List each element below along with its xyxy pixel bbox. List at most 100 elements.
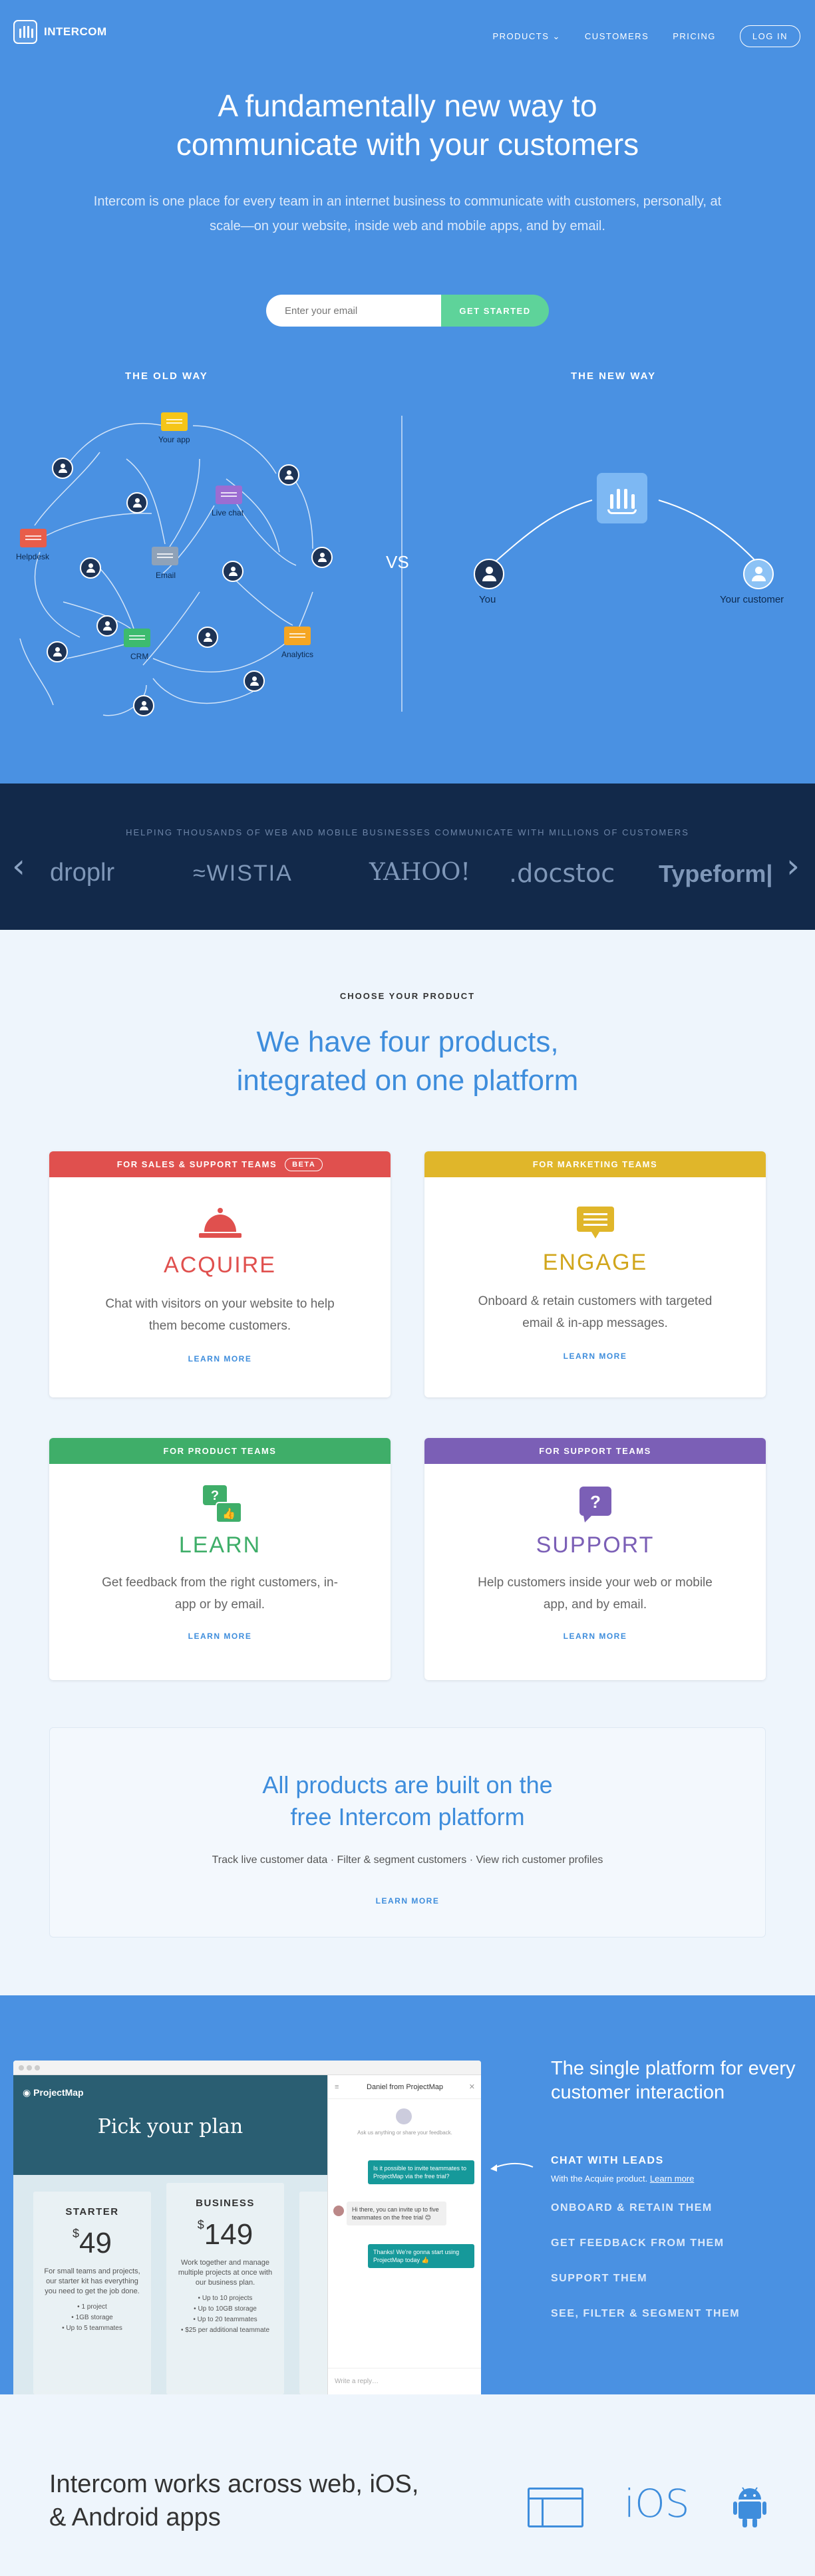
interaction-item-feedback[interactable]: GET FEEDBACK FROM THEM — [551, 2237, 740, 2273]
interaction-item-support[interactable]: SUPPORT THEM — [551, 2273, 740, 2308]
login-button[interactable]: LOG IN — [739, 25, 800, 47]
products-title-line2: integrated on one platform — [236, 1064, 579, 1097]
brand-logo[interactable]: INTERCOM — [13, 20, 107, 44]
your-app-label: Your app — [158, 435, 190, 444]
helpdesk-label: Helpdesk — [16, 552, 50, 561]
user-icon — [133, 695, 154, 716]
apps-title-line2: & Android apps — [49, 2504, 221, 2531]
interaction-note: With the Acquire product. Learn more — [551, 2174, 695, 2184]
products-title-line1: We have four products, — [256, 1026, 559, 1058]
user-icon — [244, 670, 265, 692]
you-avatar-icon — [474, 559, 504, 589]
top-nav: PRODUCTS ⌄ CUSTOMERS PRICING LOG IN — [492, 25, 800, 47]
product-card-learn[interactable]: FOR PRODUCT TEAMS ? 👍 LEARN Get feedback… — [49, 1438, 391, 1680]
platform-title: All products are built on the free Inter… — [50, 1769, 765, 1833]
user-message: Thanks! We're gonna start using ProjectM… — [368, 2244, 474, 2268]
email-tool-icon — [152, 547, 178, 565]
product-description: Onboard & retain customers with targeted… — [478, 1294, 713, 1330]
logo-yahoo: YAHOO! — [369, 859, 470, 886]
demo-site-header: ◉ ProjectMap Pick your plan — [13, 2075, 327, 2175]
product-name: SUPPORT — [536, 1532, 655, 1558]
interaction-list: CHAT WITH LEADS With the Acquire product… — [551, 2155, 740, 2343]
plan-price: $149 — [197, 2218, 253, 2251]
crm-tool-icon — [124, 629, 150, 647]
platform-learn-more-link[interactable]: LEARN MORE — [50, 1896, 765, 1906]
user-icon — [222, 561, 244, 582]
menu-icon[interactable]: ≡ — [335, 2083, 339, 2091]
product-name: ENGAGE — [542, 1250, 648, 1275]
messenger-panel: ≡ Daniel from ProjectMap ✕ Ask us anythi… — [327, 2075, 481, 2394]
your-app-tool-icon — [161, 412, 188, 431]
old-way-connections — [19, 422, 313, 716]
ios-icon: iOS — [624, 2481, 690, 2526]
message-icon — [576, 1207, 614, 1238]
hero-subtitle: Intercom is one place for every team in … — [93, 194, 722, 233]
user-icon — [96, 615, 118, 637]
product-description: Help customers inside your web or mobile… — [478, 1576, 713, 1612]
user-icon — [311, 547, 333, 568]
your-customer-label: Your customer — [720, 594, 784, 605]
user-icon — [197, 627, 218, 648]
product-name: ACQUIRE — [164, 1252, 276, 1278]
learn-more-link[interactable]: Learn more — [650, 2174, 694, 2184]
you-label: You — [479, 594, 496, 605]
reply-input[interactable]: Write a reply… — [328, 2368, 481, 2394]
analytics-label: Analytics — [281, 650, 314, 659]
email-input[interactable] — [266, 295, 441, 327]
card-header: FOR MARKETING TEAMS — [424, 1151, 766, 1177]
hero-section: INTERCOM PRODUCTS ⌄ CUSTOMERS PRICING LO… — [0, 0, 815, 784]
product-card-engage[interactable]: FOR MARKETING TEAMS ENGAGE Onboard & ret… — [424, 1151, 766, 1397]
product-description: Get feedback from the right customers, i… — [102, 1576, 338, 1612]
card-header-label: FOR SUPPORT TEAMS — [539, 1446, 651, 1456]
plan-name: STARTER — [65, 2206, 119, 2218]
new-way-title: THE NEW WAY — [571, 370, 657, 382]
messenger-title: Daniel from ProjectMap — [367, 2082, 443, 2091]
single-platform-section: ◉ ProjectMap Pick your plan STARTER $49 … — [0, 1995, 815, 2394]
nav-products[interactable]: PRODUCTS ⌄ — [492, 31, 560, 42]
card-header-label: FOR MARKETING TEAMS — [532, 1159, 658, 1169]
logo-docstoc: .docstoc — [509, 859, 615, 888]
products-title: We have four products, integrated on one… — [0, 1023, 815, 1100]
customers-band: HELPING THOUSANDS OF WEB AND MOBILE BUSI… — [0, 784, 815, 930]
pointer-arrow-icon — [490, 2163, 534, 2172]
plan-description: For small teams and projects, our starte… — [44, 2267, 140, 2295]
plan-price: $49 — [73, 2227, 112, 2259]
get-started-button[interactable]: GET STARTED — [441, 295, 549, 327]
platform-box: All products are built on the free Inter… — [49, 1727, 766, 1937]
signup-form: GET STARTED — [266, 295, 549, 327]
learn-more-link[interactable]: LEARN MORE — [49, 1632, 391, 1641]
demo-headline: Pick your plan — [97, 2115, 244, 2138]
learn-more-link[interactable]: LEARN MORE — [424, 1352, 766, 1361]
product-description: Chat with visitors on your website to he… — [105, 1297, 335, 1333]
nav-customers[interactable]: CUSTOMERS — [585, 31, 649, 41]
card-header: FOR SUPPORT TEAMS — [424, 1438, 766, 1464]
plan-name: BUSINESS — [196, 2198, 255, 2209]
card-header-label: FOR PRODUCT TEAMS — [163, 1446, 277, 1456]
email-label: Email — [156, 571, 176, 580]
learn-more-link[interactable]: LEARN MORE — [49, 1354, 391, 1363]
chevron-right-icon[interactable]: › — [786, 847, 800, 885]
chevron-left-icon[interactable]: ‹ — [12, 847, 25, 885]
interaction-item-onboard[interactable]: ONBOARD & RETAIN THEM — [551, 2202, 740, 2237]
live-chat-tool-icon — [216, 486, 242, 504]
platform-title-line1: All products are built on the — [262, 1771, 553, 1798]
learn-more-link[interactable]: LEARN MORE — [424, 1632, 766, 1641]
chevron-down-icon: ⌄ — [552, 31, 561, 41]
product-card-support[interactable]: FOR SUPPORT TEAMS ? SUPPORT Help custome… — [424, 1438, 766, 1680]
hero-title-line1: A fundamentally new way to — [218, 88, 597, 123]
old-way-title: THE OLD WAY — [125, 370, 208, 382]
logo-droplr: droplr — [50, 859, 115, 887]
product-card-acquire[interactable]: FOR SALES & SUPPORT TEAMS BETA ACQUIRE C… — [49, 1151, 391, 1397]
logo-typeform: Typeform| — [659, 860, 773, 887]
messenger-header: ≡ Daniel from ProjectMap ✕ — [328, 2075, 481, 2099]
beta-badge: BETA — [285, 1157, 323, 1171]
interaction-item-segment[interactable]: SEE, FILTER & SEGMENT THEM — [551, 2308, 740, 2343]
interaction-item-chat-with-leads[interactable]: CHAT WITH LEADS With the Acquire product… — [551, 2155, 740, 2184]
nav-pricing[interactable]: PRICING — [673, 31, 716, 41]
brand-name: INTERCOM — [44, 25, 107, 38]
card-header: FOR SALES & SUPPORT TEAMS BETA — [49, 1151, 391, 1177]
feedback-icon: ? 👍 — [202, 1485, 242, 1523]
user-icon — [47, 641, 68, 662]
close-icon[interactable]: ✕ — [469, 2082, 475, 2091]
user-icon — [126, 492, 148, 513]
